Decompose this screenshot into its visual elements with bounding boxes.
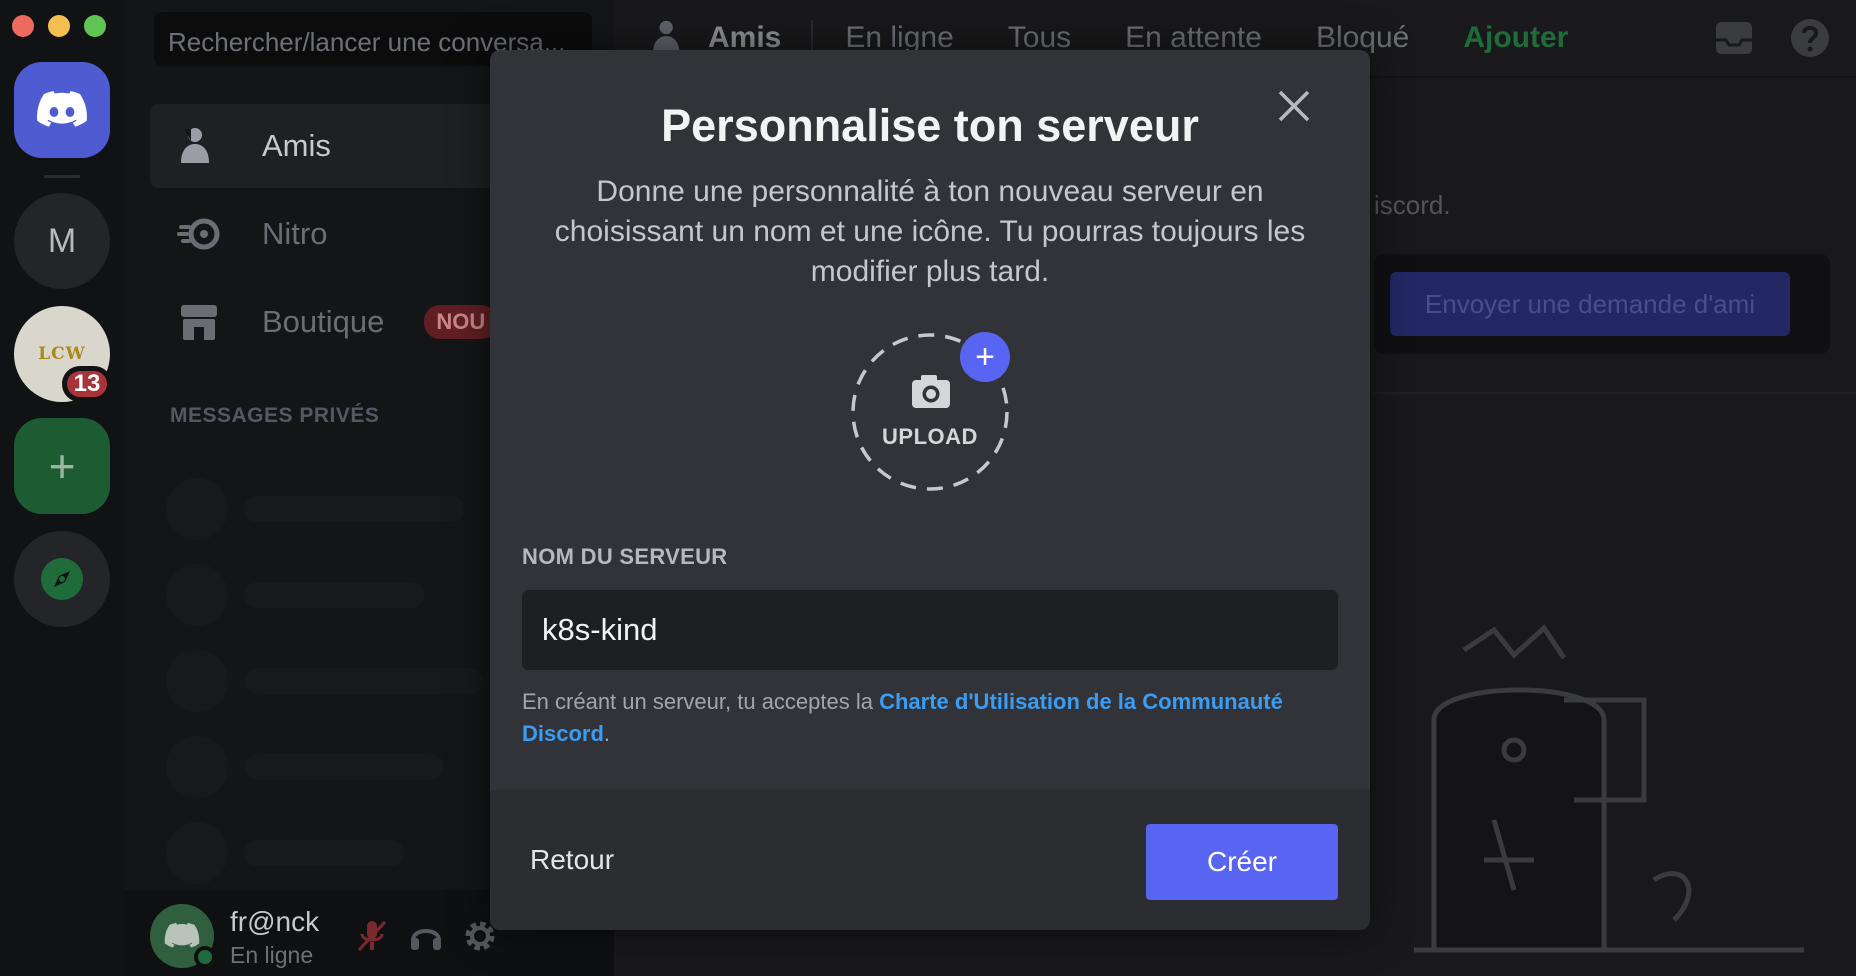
dm-placeholder [166,564,424,626]
customize-server-modal: Personnalise ton serveur Donne une perso… [490,50,1370,930]
headphones-icon[interactable] [406,916,446,956]
mention-badge: 13 [62,366,112,402]
shop-icon [176,299,222,345]
add-friend-box: Envoyer une demande d'ami [1374,254,1830,354]
tab-add-friend[interactable]: Ajouter [1463,21,1568,55]
rail-separator [44,175,80,178]
new-badge: NOU [424,305,498,339]
window-controls [12,15,106,37]
main-divider [1374,392,1856,394]
terms-prefix: En créant un serveur, tu acceptes la [522,689,880,714]
server-m[interactable]: M [14,193,110,289]
username: fr@nck [230,906,320,937]
help-icon[interactable] [1788,16,1832,60]
create-button[interactable]: Créer [1146,824,1338,900]
server-m-label: M [47,221,77,260]
add-icon-plus-icon[interactable]: + [960,332,1010,382]
back-button[interactable]: Retour [530,830,614,890]
home-button[interactable] [14,62,110,158]
zoom-window-button[interactable] [84,15,106,37]
dm-placeholder [166,478,464,540]
server-lc-logo: LCW [38,344,86,364]
plus-icon: + [48,440,76,492]
sidebar-item-label: Boutique [262,304,385,339]
wumpus-illustration [1414,624,1804,953]
nitro-icon [176,211,222,257]
camera-icon [912,375,950,408]
upload-label: UPLOAD [882,424,978,449]
modal-description: Donne une personnalité à ton nouveau ser… [554,175,1306,288]
close-window-button[interactable] [12,15,34,37]
server-name-input[interactable] [522,590,1338,670]
terms-suffix: . [603,721,611,746]
explore-servers-button[interactable] [14,531,110,627]
mute-microphone-icon[interactable] [352,916,392,956]
dm-placeholder [166,822,404,884]
server-name-label: NOM DU SERVEUR [522,544,728,569]
modal-footer: Retour Créer [490,790,1370,930]
friends-icon [176,123,222,169]
minimize-window-button[interactable] [48,15,70,37]
add-friend-description: iscord. [1374,190,1451,220]
sidebar-item-label: Amis [262,128,331,163]
sidebar-item-label: Nitro [262,216,328,251]
server-rail: M LCW 13 + [0,0,124,976]
compass-icon [41,558,83,600]
send-friend-request-button[interactable]: Envoyer une demande d'ami [1390,272,1790,336]
dm-placeholder [166,650,484,712]
inbox-icon[interactable] [1712,16,1756,60]
discord-logo-icon [37,91,87,127]
terms-text: En créant un serveur, tu acceptes la Cha… [522,686,1322,750]
user-status: En ligne [230,942,314,968]
dm-placeholder [166,736,444,798]
add-server-button[interactable]: + [14,418,110,514]
online-status-dot [194,946,216,968]
discord-avatar-icon [164,922,200,948]
dm-section-header: MESSAGES PRIVÉS [170,404,380,427]
modal-title: Personnalise ton serveur [661,100,1199,151]
